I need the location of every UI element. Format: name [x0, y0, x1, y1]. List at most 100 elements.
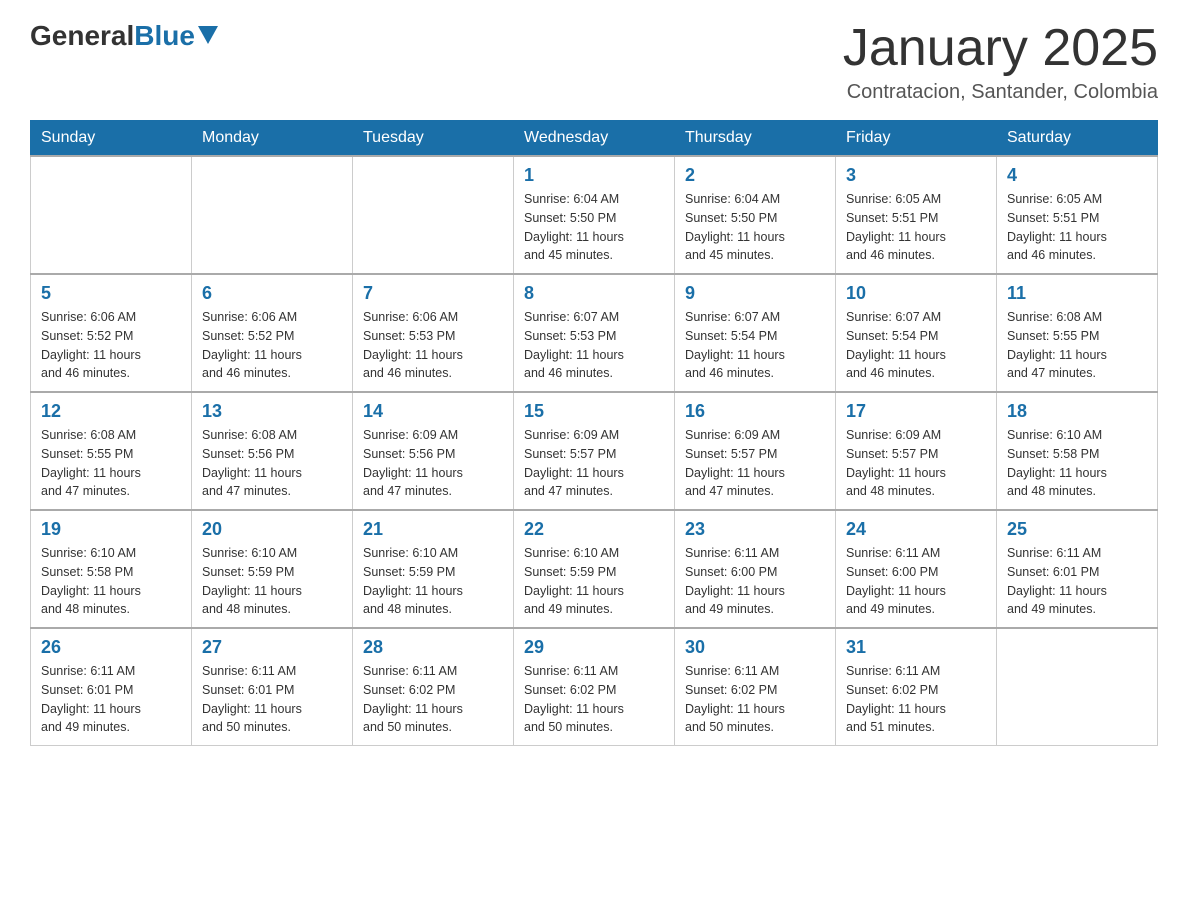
calendar-cell: 25 Sunrise: 6:11 AMSunset: 6:01 PMDayligh… — [997, 510, 1158, 628]
day-number: 14 — [363, 401, 503, 422]
calendar-cell: 28 Sunrise: 6:11 AMSunset: 6:02 PMDayligh… — [353, 628, 514, 746]
day-number: 28 — [363, 637, 503, 658]
day-info: Sunrise: 6:11 AMSunset: 6:02 PMDaylight:… — [685, 662, 825, 737]
day-info: Sunrise: 6:04 AMSunset: 5:50 PMDaylight:… — [524, 190, 664, 265]
day-number: 22 — [524, 519, 664, 540]
day-number: 1 — [524, 165, 664, 186]
calendar-cell: 4 Sunrise: 6:05 AMSunset: 5:51 PMDaylight… — [997, 156, 1158, 274]
page-header: General Blue January 2025 Contratacion, … — [30, 20, 1158, 104]
calendar-table: SundayMondayTuesdayWednesdayThursdayFrid… — [30, 120, 1158, 746]
calendar-cell: 12 Sunrise: 6:08 AMSunset: 5:55 PMDayligh… — [31, 392, 192, 510]
calendar-cell: 3 Sunrise: 6:05 AMSunset: 5:51 PMDaylight… — [836, 156, 997, 274]
day-number: 19 — [41, 519, 181, 540]
day-info: Sunrise: 6:04 AMSunset: 5:50 PMDaylight:… — [685, 190, 825, 265]
day-number: 7 — [363, 283, 503, 304]
days-of-week-row: SundayMondayTuesdayWednesdayThursdayFrid… — [31, 121, 1158, 157]
logo-blue-text: Blue — [134, 20, 195, 52]
week-row-2: 5 Sunrise: 6:06 AMSunset: 5:52 PMDaylight… — [31, 274, 1158, 392]
calendar-cell: 6Sunrise: 6:06 AMSunset: 5:52 PMDaylight… — [192, 274, 353, 392]
day-number: 23 — [685, 519, 825, 540]
day-header-sunday: Sunday — [31, 121, 192, 157]
calendar-cell: 18 Sunrise: 6:10 AMSunset: 5:58 PMDayligh… — [997, 392, 1158, 510]
calendar-cell — [31, 156, 192, 274]
calendar-cell: 22 Sunrise: 6:10 AMSunset: 5:59 PMDayligh… — [514, 510, 675, 628]
day-info: Sunrise: 6:08 AMSunset: 5:56 PMDaylight:… — [202, 426, 342, 501]
day-number: 31 — [846, 637, 986, 658]
day-number: 10 — [846, 283, 986, 304]
day-info: Sunrise: 6:11 AMSunset: 6:01 PMDaylight:… — [41, 662, 181, 737]
day-info: Sunrise: 6:08 AMSunset: 5:55 PMDaylight:… — [1007, 308, 1147, 383]
calendar-cell: 27 Sunrise: 6:11 AMSunset: 6:01 PMDayligh… — [192, 628, 353, 746]
day-info: Sunrise: 6:09 AMSunset: 5:57 PMDaylight:… — [685, 426, 825, 501]
day-header-wednesday: Wednesday — [514, 121, 675, 157]
day-info: Sunrise: 6:07 AMSunset: 5:54 PMDaylight:… — [846, 308, 986, 383]
day-number: 9 — [685, 283, 825, 304]
day-number: 13 — [202, 401, 342, 422]
week-row-4: 19 Sunrise: 6:10 AMSunset: 5:58 PMDayligh… — [31, 510, 1158, 628]
day-number: 24 — [846, 519, 986, 540]
calendar-cell: 10 Sunrise: 6:07 AMSunset: 5:54 PMDayligh… — [836, 274, 997, 392]
day-number: 25 — [1007, 519, 1147, 540]
location-subtitle: Contratacion, Santander, Colombia — [843, 81, 1158, 104]
day-info: Sunrise: 6:11 AMSunset: 6:02 PMDaylight:… — [363, 662, 503, 737]
day-number: 5 — [41, 283, 181, 304]
day-number: 27 — [202, 637, 342, 658]
day-info: Sunrise: 6:08 AMSunset: 5:55 PMDaylight:… — [41, 426, 181, 501]
day-number: 4 — [1007, 165, 1147, 186]
calendar-cell: 11 Sunrise: 6:08 AMSunset: 5:55 PMDayligh… — [997, 274, 1158, 392]
day-header-tuesday: Tuesday — [353, 121, 514, 157]
day-number: 20 — [202, 519, 342, 540]
day-info: Sunrise: 6:11 AMSunset: 6:00 PMDaylight:… — [685, 544, 825, 619]
calendar-cell: 14 Sunrise: 6:09 AMSunset: 5:56 PMDayligh… — [353, 392, 514, 510]
day-info: Sunrise: 6:09 AMSunset: 5:57 PMDaylight:… — [524, 426, 664, 501]
day-header-monday: Monday — [192, 121, 353, 157]
logo-triangle-icon — [198, 26, 218, 44]
week-row-1: 1 Sunrise: 6:04 AMSunset: 5:50 PMDaylight… — [31, 156, 1158, 274]
calendar-cell: 13 Sunrise: 6:08 AMSunset: 5:56 PMDayligh… — [192, 392, 353, 510]
day-info: Sunrise: 6:11 AMSunset: 6:02 PMDaylight:… — [524, 662, 664, 737]
day-number: 26 — [41, 637, 181, 658]
day-info: Sunrise: 6:07 AMSunset: 5:54 PMDaylight:… — [685, 308, 825, 383]
logo: General Blue — [30, 20, 218, 52]
day-number: 18 — [1007, 401, 1147, 422]
calendar-cell — [997, 628, 1158, 746]
calendar-cell: 9 Sunrise: 6:07 AMSunset: 5:54 PMDaylight… — [675, 274, 836, 392]
day-number: 16 — [685, 401, 825, 422]
calendar-cell — [353, 156, 514, 274]
calendar-cell: 29Sunrise: 6:11 AMSunset: 6:02 PMDayligh… — [514, 628, 675, 746]
calendar-cell: 15 Sunrise: 6:09 AMSunset: 5:57 PMDayligh… — [514, 392, 675, 510]
week-row-3: 12 Sunrise: 6:08 AMSunset: 5:55 PMDayligh… — [31, 392, 1158, 510]
calendar-cell: 8Sunrise: 6:07 AMSunset: 5:53 PMDaylight… — [514, 274, 675, 392]
day-header-friday: Friday — [836, 121, 997, 157]
calendar-cell: 7 Sunrise: 6:06 AMSunset: 5:53 PMDaylight… — [353, 274, 514, 392]
logo-blue-part: Blue — [134, 20, 218, 52]
calendar-cell: 1 Sunrise: 6:04 AMSunset: 5:50 PMDaylight… — [514, 156, 675, 274]
calendar-cell: 20Sunrise: 6:10 AMSunset: 5:59 PMDayligh… — [192, 510, 353, 628]
calendar-cell: 30Sunrise: 6:11 AMSunset: 6:02 PMDayligh… — [675, 628, 836, 746]
day-number: 8 — [524, 283, 664, 304]
day-info: Sunrise: 6:11 AMSunset: 6:00 PMDaylight:… — [846, 544, 986, 619]
day-number: 3 — [846, 165, 986, 186]
day-number: 6 — [202, 283, 342, 304]
day-header-thursday: Thursday — [675, 121, 836, 157]
day-number: 2 — [685, 165, 825, 186]
day-info: Sunrise: 6:06 AMSunset: 5:53 PMDaylight:… — [363, 308, 503, 383]
day-number: 15 — [524, 401, 664, 422]
calendar-cell: 2 Sunrise: 6:04 AMSunset: 5:50 PMDaylight… — [675, 156, 836, 274]
day-info: Sunrise: 6:06 AMSunset: 5:52 PMDaylight:… — [41, 308, 181, 383]
day-number: 12 — [41, 401, 181, 422]
day-info: Sunrise: 6:10 AMSunset: 5:58 PMDaylight:… — [41, 544, 181, 619]
day-info: Sunrise: 6:10 AMSunset: 5:59 PMDaylight:… — [524, 544, 664, 619]
day-info: Sunrise: 6:11 AMSunset: 6:01 PMDaylight:… — [1007, 544, 1147, 619]
day-info: Sunrise: 6:10 AMSunset: 5:58 PMDaylight:… — [1007, 426, 1147, 501]
calendar-cell: 24 Sunrise: 6:11 AMSunset: 6:00 PMDayligh… — [836, 510, 997, 628]
day-number: 21 — [363, 519, 503, 540]
day-info: Sunrise: 6:09 AMSunset: 5:56 PMDaylight:… — [363, 426, 503, 501]
calendar-cell: 26 Sunrise: 6:11 AMSunset: 6:01 PMDayligh… — [31, 628, 192, 746]
day-info: Sunrise: 6:05 AMSunset: 5:51 PMDaylight:… — [846, 190, 986, 265]
calendar-cell: 16 Sunrise: 6:09 AMSunset: 5:57 PMDayligh… — [675, 392, 836, 510]
day-info: Sunrise: 6:05 AMSunset: 5:51 PMDaylight:… — [1007, 190, 1147, 265]
day-info: Sunrise: 6:11 AMSunset: 6:01 PMDaylight:… — [202, 662, 342, 737]
calendar-cell: 31Sunrise: 6:11 AMSunset: 6:02 PMDayligh… — [836, 628, 997, 746]
day-number: 11 — [1007, 283, 1147, 304]
